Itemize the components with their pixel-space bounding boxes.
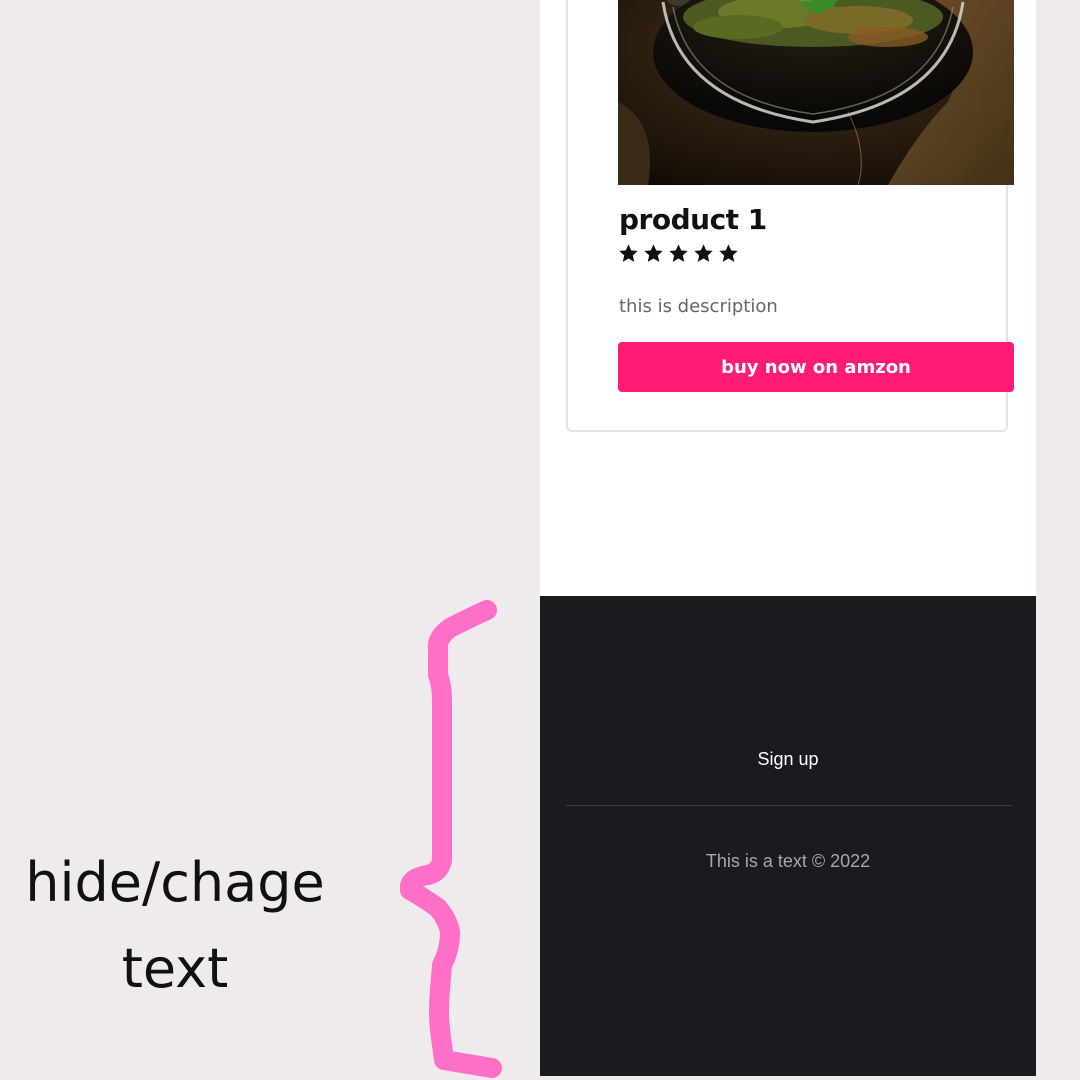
- phone-screen: product 1 this is description buy now on…: [540, 0, 1036, 1076]
- footer: Sign up This is a text © 2022: [540, 596, 1036, 1076]
- footer-divider: [566, 805, 1012, 806]
- annotation-line-1: hide/chage: [25, 851, 325, 914]
- product-image: [618, 0, 1014, 185]
- product-card: product 1 this is description buy now on…: [566, 0, 1014, 432]
- star-icon: [669, 244, 688, 262]
- brace-annotation: [399, 600, 502, 1078]
- signup-link[interactable]: Sign up: [540, 749, 1036, 770]
- star-icon: [719, 244, 738, 262]
- product-rating: [618, 243, 739, 264]
- terrarium-image: [618, 0, 1014, 185]
- copyright-text: This is a text © 2022: [705, 851, 871, 871]
- star-icon: [694, 244, 713, 262]
- annotation-text: hide/chage text: [0, 840, 350, 1012]
- star-icon: [619, 244, 638, 262]
- star-icon: [644, 244, 663, 262]
- brace-stroke: [399, 600, 502, 1078]
- annotation-line-2: text: [121, 937, 229, 1000]
- product-title: product 1: [619, 203, 767, 236]
- product-description: this is description: [619, 296, 778, 317]
- buy-now-button[interactable]: buy now on amzon: [618, 342, 1014, 392]
